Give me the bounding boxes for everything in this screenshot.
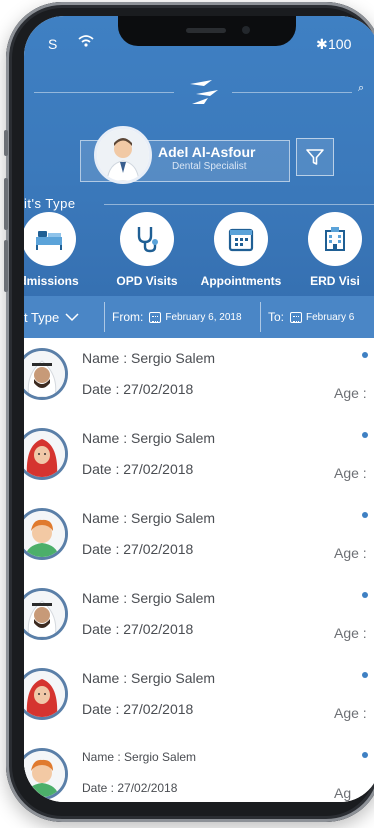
- visit-type-admissions[interactable]: dmissions: [24, 212, 94, 292]
- divider: [104, 302, 105, 332]
- stethoscope-icon: [137, 227, 158, 253]
- phone-frame: S ✱ 100 ⌕ Adel Al-Asfour Dental Speciali…: [4, 2, 374, 822]
- patient-age: Age :: [334, 385, 367, 401]
- side-button: [4, 130, 8, 156]
- doctor-specialty: Dental Specialist: [172, 161, 247, 172]
- patient-name: Name : Sergio Salem: [82, 750, 197, 764]
- list-item[interactable]: Name : Sergio Salem Date : 27/02/2018 Ag…: [24, 418, 374, 499]
- list-item[interactable]: Name : Sergio Salem Date : 27/02/2018 Ag: [24, 738, 374, 802]
- list-item[interactable]: Name : Sergio Salem Date : 27/02/2018 Ag…: [24, 578, 374, 659]
- hospital-building-icon: [325, 227, 345, 251]
- child-avatar: [24, 748, 68, 800]
- visit-type-erd[interactable]: ERD Visi: [290, 212, 374, 292]
- to-label: To:: [268, 310, 285, 324]
- patient-name: Name : Sergio Salem: [82, 350, 216, 366]
- app-logo-icon: [190, 80, 218, 104]
- patient-age: Age :: [334, 465, 367, 481]
- from-date: February 6, 2018: [165, 311, 242, 323]
- side-button: [4, 178, 8, 230]
- status-dot: [362, 592, 368, 598]
- calendar-icon: [149, 311, 162, 323]
- hospital-bed-icon: [36, 231, 62, 250]
- visit-date: Date : 27/02/2018: [82, 461, 194, 477]
- visit-type-dropdown[interactable]: t Type: [24, 296, 79, 338]
- visit-type-label: OPD Visits: [116, 274, 178, 288]
- camera-icon: [242, 26, 250, 34]
- divider: [34, 92, 174, 93]
- status-dot: [362, 512, 368, 518]
- to-date: February 6: [306, 311, 355, 323]
- from-date-picker[interactable]: From: February 6, 2018: [112, 296, 242, 338]
- visit-type-appointments[interactable]: Appointments: [196, 212, 286, 292]
- patient-age: Age :: [334, 705, 367, 721]
- doctor-name: Adel Al-Asfour: [158, 144, 256, 160]
- child-avatar: [24, 508, 68, 560]
- visit-type-opd[interactable]: OPD Visits: [102, 212, 192, 292]
- app-header: S ✱ 100 ⌕ Adel Al-Asfour Dental Speciali…: [24, 16, 374, 316]
- list-item[interactable]: Name : Sergio Salem Date : 27/02/2018 Ag…: [24, 338, 374, 419]
- status-dot: [362, 752, 368, 758]
- filter-icon: [306, 149, 324, 165]
- battery-label: 100: [328, 36, 352, 52]
- man-ghutra-avatar: [24, 348, 68, 400]
- woman-hijab-avatar: [24, 668, 68, 720]
- visit-date: Date : 27/02/2018: [82, 701, 194, 717]
- carrier-label: S: [48, 36, 58, 52]
- woman-hijab-avatar: [24, 428, 68, 480]
- visit-type-title: it's Type: [24, 196, 76, 211]
- patient-age: Age :: [334, 625, 367, 641]
- visit-type-dropdown-label: t Type: [24, 309, 60, 325]
- calendar-icon: [228, 228, 254, 252]
- visit-date: Date : 27/02/2018: [82, 381, 194, 397]
- side-button: [4, 240, 8, 292]
- wifi-icon: [78, 34, 94, 50]
- from-label: From:: [112, 310, 144, 324]
- patient-name: Name : Sergio Salem: [82, 510, 216, 526]
- patient-age: Ag: [334, 785, 352, 801]
- phone-notch: [118, 16, 296, 46]
- filter-button[interactable]: [296, 138, 334, 176]
- search-icon[interactable]: ⌕: [358, 82, 364, 95]
- list-item[interactable]: Name : Sergio Salem Date : 27/02/2018 Ag…: [24, 658, 374, 739]
- divider: [232, 92, 352, 93]
- app-screen: S ✱ 100 ⌕ Adel Al-Asfour Dental Speciali…: [24, 16, 374, 802]
- date-filter-bar: t Type From: February 6, 2018 To: Februa…: [24, 296, 374, 338]
- visit-date: Date : 27/02/2018: [82, 541, 194, 557]
- visit-type-label: Appointments: [200, 274, 282, 288]
- bluetooth-icon: ✱: [316, 36, 328, 52]
- divider: [260, 302, 261, 332]
- status-dot: [362, 672, 368, 678]
- patient-name: Name : Sergio Salem: [82, 430, 216, 446]
- visit-type-label: ERD Visi: [310, 274, 360, 288]
- divider: [104, 204, 374, 205]
- chevron-down-icon: [65, 313, 79, 322]
- patient-age: Age :: [334, 545, 367, 561]
- doctor-avatar: [94, 126, 152, 184]
- visit-date: Date : 27/02/2018: [82, 621, 194, 637]
- speaker-grille: [186, 28, 226, 33]
- to-date-picker[interactable]: To: February 6: [268, 296, 354, 338]
- visit-type-label: dmissions: [24, 274, 79, 288]
- visit-date: Date : 27/02/2018: [82, 781, 178, 795]
- status-dot: [362, 352, 368, 358]
- man-ghutra-avatar: [24, 588, 68, 640]
- status-dot: [362, 432, 368, 438]
- calendar-icon: [290, 311, 303, 323]
- list-item[interactable]: Name : Sergio Salem Date : 27/02/2018 Ag…: [24, 498, 374, 579]
- patient-name: Name : Sergio Salem: [82, 670, 216, 686]
- patient-name: Name : Sergio Salem: [82, 590, 216, 606]
